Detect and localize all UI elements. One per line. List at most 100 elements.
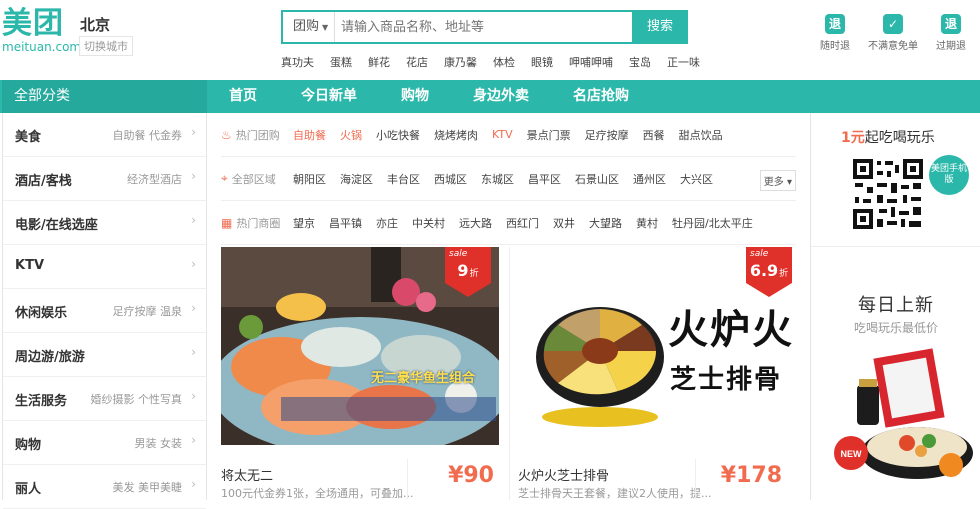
filter-option[interactable]: 亦庄 [376, 215, 398, 231]
badge-expired-refund[interactable]: 退 过期退 [922, 14, 980, 52]
filter-label-text: 热门商圈 [236, 216, 281, 230]
badge-refund-anytime[interactable]: 退 随时退 [806, 14, 864, 52]
location-pin-icon: ⌖ [221, 171, 228, 185]
sidebar-item-sub[interactable]: 美发 美甲美睫 [113, 479, 183, 495]
nav-item-new-today[interactable]: 今日新单 [279, 80, 379, 113]
filter-option[interactable]: 大望路 [589, 215, 622, 231]
sidebar-item-sub[interactable]: 自助餐 代金券 [113, 127, 183, 143]
hot-word[interactable]: 呷哺呷哺 [569, 54, 613, 69]
filter-option[interactable]: 甜点饮品 [679, 127, 723, 143]
sidebar-item-title: 美食 [15, 130, 42, 145]
filter-option[interactable]: 黄村 [636, 215, 658, 231]
filter-row-label[interactable]: ⌖ 全部区域 [221, 171, 293, 187]
filter-option[interactable]: 小吃快餐 [376, 127, 420, 143]
sidebar-item-hotel[interactable]: 酒店/客栈 经济型酒店 › [3, 157, 206, 201]
filter-option[interactable]: 海淀区 [340, 171, 373, 187]
filter-option[interactable]: 自助餐 [293, 127, 326, 143]
filter-option[interactable]: 双井 [553, 215, 575, 231]
deal-price: ¥178 [720, 463, 782, 488]
filter-option[interactable]: 足疗按摩 [585, 127, 629, 143]
filter-option[interactable]: 中关村 [412, 215, 445, 231]
deal-desc: 100元代金券1张，全场通用，可叠加... [221, 487, 414, 500]
sidebar-item-beauty[interactable]: 丽人 美发 美甲美睫 › [3, 465, 206, 509]
hot-word[interactable]: 蛋糕 [330, 54, 352, 69]
search-category-select[interactable]: 团购 ▼ [283, 12, 335, 42]
search-input[interactable] [337, 12, 627, 42]
promo-number: 1元 [841, 130, 865, 146]
sidebar-item-shopping[interactable]: 购物 男装 女装 › [3, 421, 206, 465]
search-button[interactable]: 搜索 [632, 10, 688, 44]
divider [407, 459, 408, 499]
daily-deals-illustration[interactable]: NEW [829, 345, 979, 485]
filter-option[interactable]: 烧烤烤肉 [434, 127, 478, 143]
filter-option[interactable]: 景点门票 [527, 127, 571, 143]
nav-item-home[interactable]: 首页 [207, 80, 279, 113]
sidebar-item-travel[interactable]: 周边游/旅游 › [3, 333, 206, 377]
filter-option[interactable]: 石景山区 [575, 171, 619, 187]
sidebar-item-title: 购物 [15, 438, 42, 453]
sidebar-item-sub[interactable]: 足疗按摩 温泉 [113, 303, 183, 319]
hot-word[interactable]: 真功夫 [281, 54, 314, 69]
category-sidebar: 美食 自助餐 代金券 › 酒店/客栈 经济型酒店 › 电影/在线选座 › KTV… [2, 113, 207, 509]
hot-word[interactable]: 正一味 [667, 54, 700, 69]
filter-option[interactable]: 东城区 [481, 171, 514, 187]
more-label: 更多 [763, 177, 784, 188]
filter-option[interactable]: 大兴区 [680, 171, 713, 187]
hot-word[interactable]: 鲜花 [368, 54, 390, 69]
qr-code-image[interactable] [851, 157, 925, 231]
discount-unit: 折 [779, 269, 789, 279]
deal-image-caption: 无二豪华鱼生组合 [371, 371, 476, 386]
badge-free-if-unsatisfied[interactable]: ✓ 不满意免单 [864, 14, 922, 52]
sidebar-item-life-service[interactable]: 生活服务 婚纱摄影 个性写真 › [3, 377, 206, 421]
nav-items: 首页 今日新单 购物 身边外卖 名店抢购 [207, 80, 651, 113]
meituan-logo[interactable]: 美团 meituan.com [2, 8, 81, 56]
filter-option[interactable]: 远大路 [459, 215, 492, 231]
filter-option[interactable]: 西红门 [506, 215, 539, 231]
chevron-right-icon: › [191, 169, 196, 183]
filter-option[interactable]: 丰台区 [387, 171, 420, 187]
all-categories-button[interactable]: 全部分类 [2, 80, 207, 113]
sidebar-item-ktv[interactable]: KTV › [3, 245, 206, 289]
filter-option[interactable]: 望京 [293, 215, 315, 231]
deal-desc: 芝士排骨天王套餐，建议2人使用，提... [518, 487, 712, 500]
filter-row-label: ▦ 热门商圈 [221, 215, 293, 231]
hot-word[interactable]: 宝岛 [629, 54, 651, 69]
deal-card[interactable]: 火炉火 芝士排骨 sale 6.9折 火炉火芝士排骨 芝士排骨天王套餐，建议2人… [509, 247, 796, 500]
sidebar-item-food[interactable]: 美食 自助餐 代金券 › [3, 113, 206, 157]
filter-option[interactable]: 牡丹园/北太平庄 [672, 215, 753, 231]
filter-option[interactable]: 昌平镇 [329, 215, 362, 231]
nav-item-takeout[interactable]: 身边外卖 [451, 80, 551, 113]
filter-option[interactable]: 火锅 [340, 127, 362, 143]
sidebar-item-sub[interactable]: 男装 女装 [135, 435, 183, 451]
filter-option[interactable]: 西城区 [434, 171, 467, 187]
sidebar-item-sub[interactable]: 婚纱摄影 个性写真 [91, 391, 183, 407]
deal-name[interactable]: 火炉火芝士排骨 [518, 465, 609, 484]
sidebar-item-movie[interactable]: 电影/在线选座 › [3, 201, 206, 245]
hot-word[interactable]: 体检 [493, 54, 515, 69]
deal-name[interactable]: 将太无二 [221, 465, 273, 484]
filter-option[interactable]: 昌平区 [528, 171, 561, 187]
deal-card[interactable]: 无二豪华鱼生组合 sale 9折 将太无二 100元代金券1张，全场通用，可叠加… [221, 247, 508, 500]
more-areas-dropdown[interactable]: 更多 ▾ [759, 170, 796, 191]
filter-option[interactable]: KTV [492, 128, 513, 141]
deal-price: ¥90 [448, 463, 494, 488]
search-category-label: 团购 [293, 19, 320, 34]
filter-option[interactable]: 西餐 [643, 127, 665, 143]
nav-item-shopping[interactable]: 购物 [379, 80, 451, 113]
daily-new-subtitle: 吃喝玩乐最低价 [853, 321, 938, 335]
chevron-right-icon: › [191, 477, 196, 491]
discount-unit: 折 [469, 269, 479, 279]
hot-word[interactable]: 康乃馨 [444, 54, 477, 69]
discount-number: 6.9 [749, 261, 779, 280]
sidebar-item-sub[interactable]: 经济型酒店 [127, 171, 182, 187]
hot-word[interactable]: 花店 [406, 54, 428, 69]
filter-option[interactable]: 通州区 [633, 171, 666, 187]
sidebar-item-leisure[interactable]: 休闲娱乐 足疗按摩 温泉 › [3, 289, 206, 333]
filter-option[interactable]: 朝阳区 [293, 171, 326, 187]
switch-city-button[interactable]: 切换城市 [79, 36, 133, 56]
deal-image[interactable]: 火炉火 芝士排骨 sale 6.9折 [518, 247, 796, 445]
nav-item-flash-sale[interactable]: 名店抢购 [551, 80, 651, 113]
hot-word[interactable]: 眼镜 [531, 54, 553, 69]
sidebar-item-title: 休闲娱乐 [15, 306, 68, 321]
deal-image[interactable]: 无二豪华鱼生组合 sale 9折 [221, 247, 499, 445]
